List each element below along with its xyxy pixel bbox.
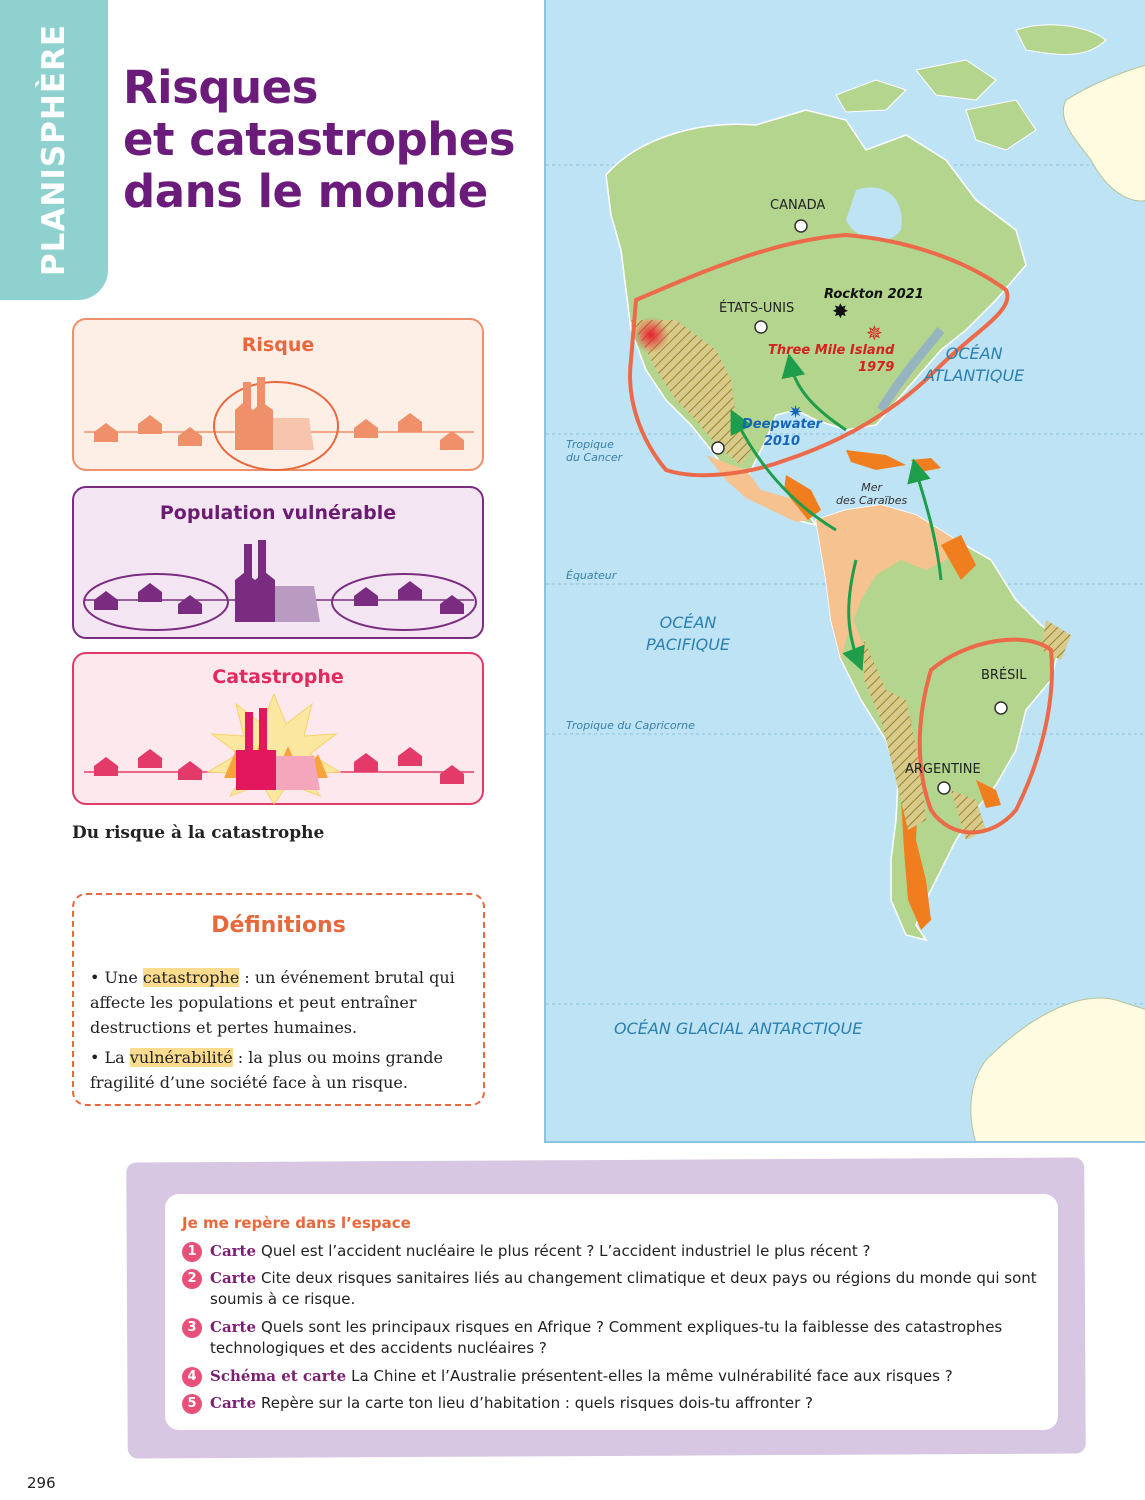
tropic-cancer-label: Tropique du Cancer bbox=[566, 438, 622, 464]
question-item: 3 Carte Quels sont les principaux risques … bbox=[182, 1317, 1042, 1359]
question-kind: Carte bbox=[210, 1318, 257, 1336]
definition-item: • Une catastrophe : un événement brutal … bbox=[90, 965, 475, 1040]
page-title-line: Risques bbox=[123, 61, 318, 114]
question-kind: Carte bbox=[210, 1242, 257, 1260]
event-label-three-mile: Three Mile Island 1979 bbox=[768, 342, 894, 376]
country-label-canada: CANADA bbox=[770, 198, 826, 213]
question-kind: Carte bbox=[210, 1394, 257, 1412]
event-label-part: Three Mile Island bbox=[768, 343, 895, 358]
questions-heading: Je me repère dans l’espace bbox=[182, 1214, 411, 1232]
line-label-part: Tropique bbox=[566, 438, 614, 451]
definitions-title: Définitions bbox=[211, 913, 346, 938]
caribbean-label: Mer des Caraïbes bbox=[836, 481, 907, 507]
question-text: La Chine et l’Australie présentent-elles… bbox=[351, 1367, 953, 1385]
line-label-part: Mer bbox=[861, 481, 882, 494]
event-label-part: Deepwater bbox=[742, 417, 822, 432]
country-label-bresil: BRÉSIL bbox=[981, 668, 1027, 683]
population-illustration bbox=[83, 540, 477, 631]
question-number: 4 bbox=[182, 1367, 202, 1387]
question-text: Cite deux risques sanitaires liés au cha… bbox=[210, 1269, 1037, 1308]
americas-map: ✸ ✵ ✷ CANADA ÉTATS-UNIS BRÉSIL ARGENTINE… bbox=[544, 0, 1145, 1143]
diagram-panel-population: Population vulnérable bbox=[72, 486, 484, 639]
page-title-line: dans le monde bbox=[123, 165, 488, 218]
diagram-caption: Du risque à la catastrophe bbox=[72, 823, 325, 843]
page-title: Risques et catastrophes dans le monde bbox=[123, 62, 533, 218]
section-tab-label: PLANISPHÈRE bbox=[36, 23, 72, 277]
definition-prefix: • La bbox=[90, 1048, 130, 1067]
ocean-label-line: ATLANTIQUE bbox=[924, 366, 1025, 385]
line-label-part: des Caraïbes bbox=[836, 494, 908, 507]
question-item: 1 Carte Quel est l’accident nucléaire le p… bbox=[182, 1241, 1042, 1262]
ocean-label-pacifique: OCÉAN PACIFIQUE bbox=[646, 612, 730, 656]
ocean-label-line: OCÉAN bbox=[659, 613, 717, 632]
event-label-part: 1979 bbox=[858, 360, 895, 375]
ocean-label-line: PACIFIQUE bbox=[646, 635, 731, 654]
ocean-label-atlantique: OCÉAN ATLANTIQUE bbox=[924, 343, 1024, 387]
event-label-deepwater: Deepwater 2010 bbox=[742, 416, 822, 450]
question-number: 5 bbox=[182, 1394, 202, 1414]
section-tab: PLANISPHÈRE bbox=[0, 0, 108, 300]
diagram-panel-risk: Risque bbox=[72, 318, 484, 471]
question-number: 1 bbox=[182, 1242, 202, 1262]
definition-item: • La vulnérabilité : la plus ou moins gr… bbox=[90, 1045, 475, 1095]
country-label-argentine: ARGENTINE bbox=[905, 762, 981, 777]
questions-box: Je me repère dans l’espace 1 Carte Quel es… bbox=[165, 1194, 1058, 1430]
event-label-part: 2010 bbox=[763, 434, 801, 449]
question-text: Quels sont les principaux risques en Afr… bbox=[210, 1318, 1003, 1357]
equator-label: Équateur bbox=[566, 569, 617, 582]
event-label-rockton: Rockton 2021 bbox=[824, 287, 924, 302]
line-label-part: du Cancer bbox=[566, 451, 623, 464]
page-number: 296 bbox=[27, 1474, 56, 1492]
definitions-box: Définitions • Une catastrophe : un événe… bbox=[72, 893, 485, 1106]
definition-prefix: • Une bbox=[90, 968, 143, 987]
question-text: Repère sur la carte ton lieu d’habitatio… bbox=[261, 1394, 814, 1412]
question-item: 2 Carte Cite deux risques sanitaires liés … bbox=[182, 1268, 1042, 1310]
ocean-label-antarctique: OCÉAN GLACIAL ANTARCTIQUE bbox=[614, 1019, 863, 1038]
page-title-line: et catastrophes bbox=[123, 113, 516, 166]
question-kind: Schéma et carte bbox=[210, 1367, 347, 1385]
question-item: 5 Carte Repère sur la carte ton lieu d’hab… bbox=[182, 1393, 1042, 1414]
definition-term: catastrophe bbox=[142, 968, 240, 987]
ocean-label-line: OCÉAN bbox=[945, 344, 1003, 363]
question-item: 4 Schéma et carte La Chine et l’Australie … bbox=[182, 1366, 1042, 1387]
catastrophe-illustration bbox=[84, 692, 474, 805]
question-text: Quel est l’accident nucléaire le plus ré… bbox=[261, 1242, 871, 1260]
question-number: 3 bbox=[182, 1318, 202, 1338]
hotspot-marker bbox=[633, 317, 669, 353]
question-kind: Carte bbox=[210, 1269, 257, 1287]
country-label-usa: ÉTATS-UNIS bbox=[719, 301, 795, 316]
risk-illustration bbox=[84, 377, 474, 471]
diagram-panel-catastrophe: Catastrophe bbox=[72, 652, 484, 805]
definition-term: vulnérabilité bbox=[129, 1048, 233, 1067]
question-number: 2 bbox=[182, 1269, 202, 1289]
tropic-capricorne-label: Tropique du Capricorne bbox=[566, 719, 695, 732]
map-drawing: ✸ ✵ ✷ bbox=[546, 24, 1145, 1141]
